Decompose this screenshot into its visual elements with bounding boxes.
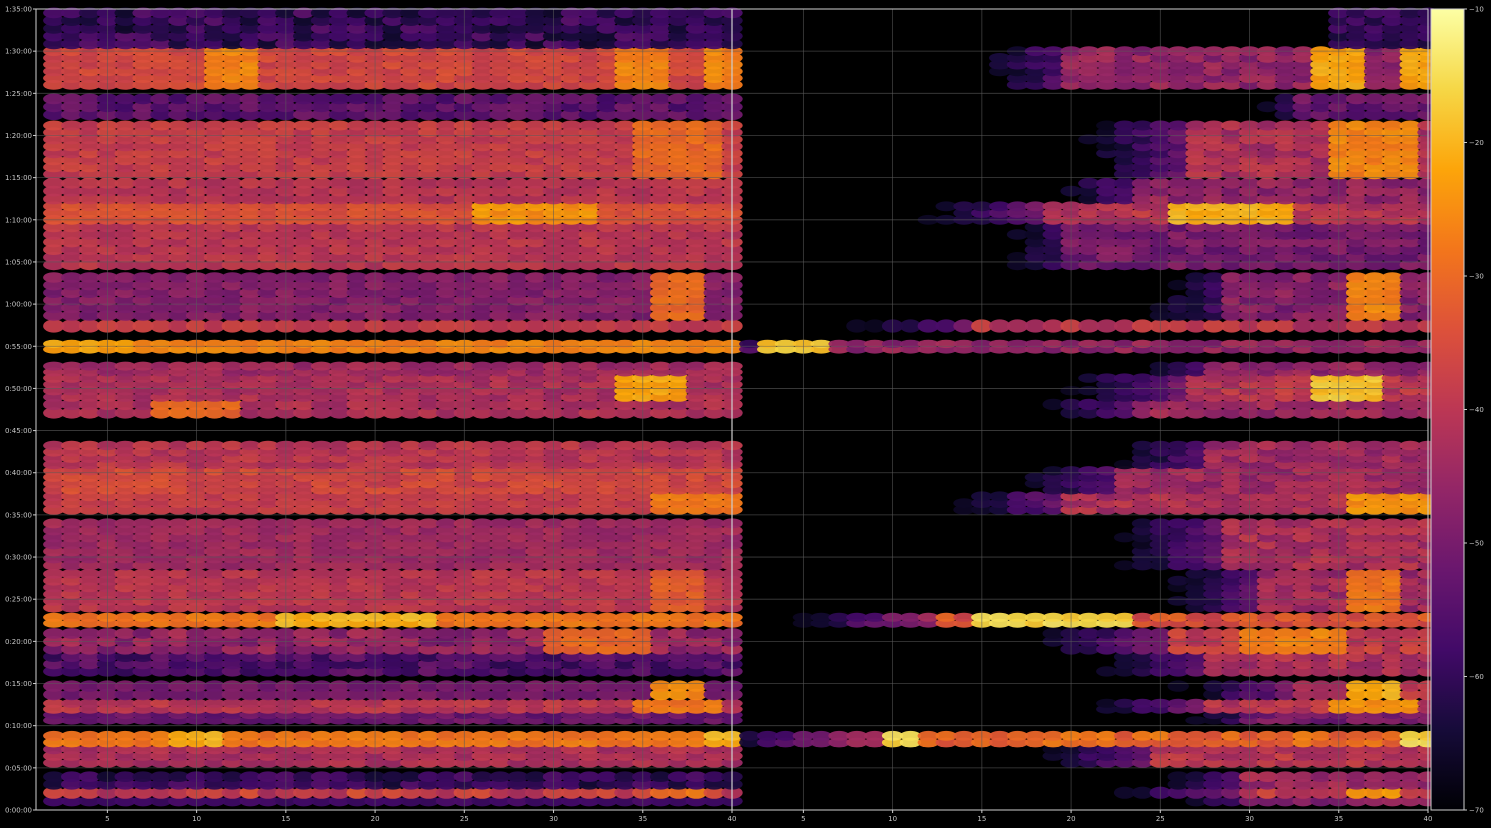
plot-area: [0, 0, 1491, 828]
spectrogram-chart: 0:00:000:05:000:10:000:15:000:20:000:25:…: [0, 0, 1491, 828]
chart-root: 0:00:00 0:05:00 0:10:00 0:15:00 0:20:00 0:25:…: [0, 0, 1491, 828]
heat-cell: [1167, 680, 1189, 692]
